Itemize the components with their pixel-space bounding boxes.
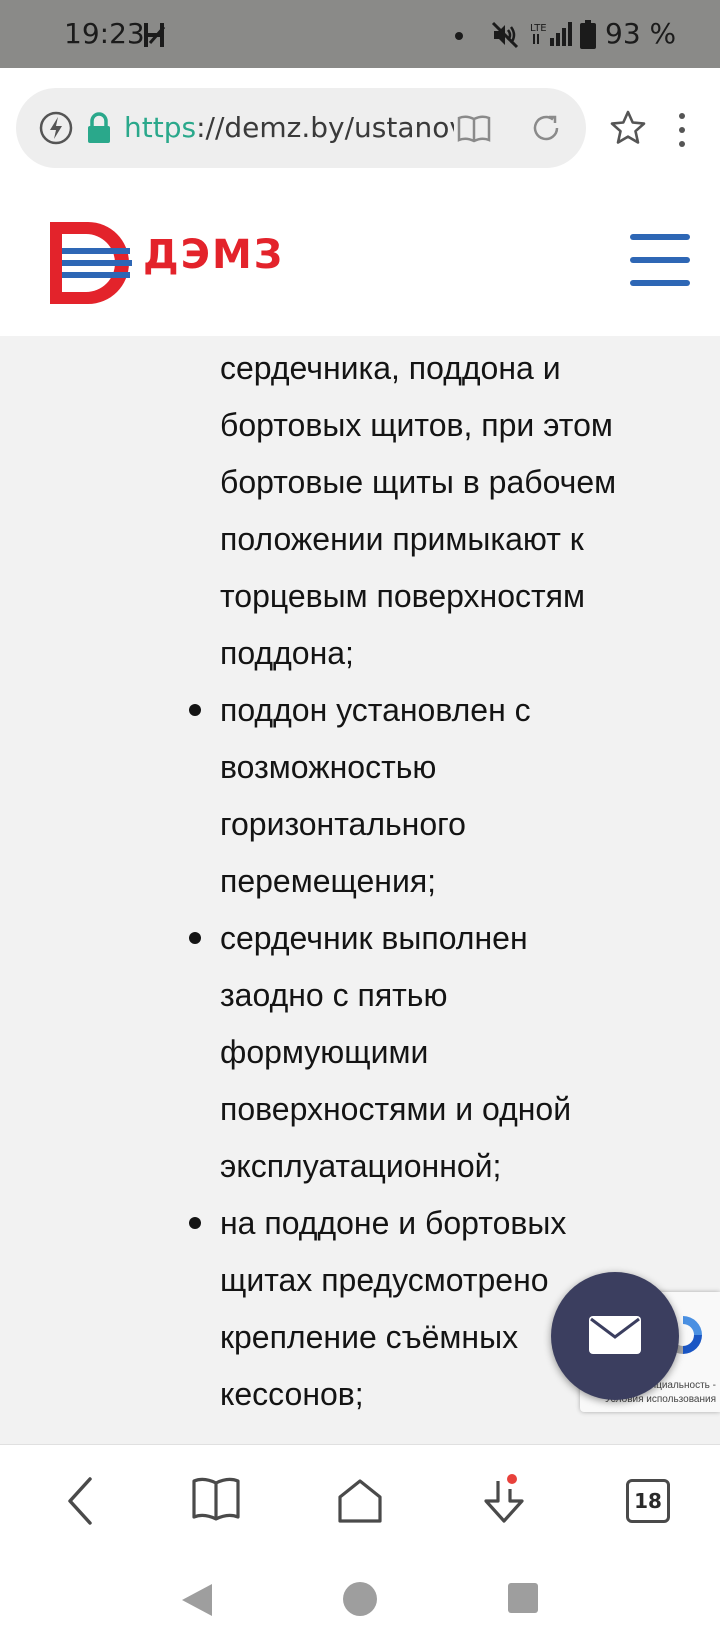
paragraph-line: поддона; xyxy=(220,635,354,671)
list-item-line: поверхностями и одной xyxy=(220,1091,572,1127)
site-header: ДЭМЗ xyxy=(0,188,720,336)
list-item-line: сердечник выполнен xyxy=(220,920,528,956)
h-notification-icon xyxy=(144,23,166,47)
lock-icon[interactable] xyxy=(86,112,112,144)
bullet-icon xyxy=(189,1217,201,1229)
list-item-line: горизонтального xyxy=(220,806,466,842)
battery-icon xyxy=(580,20,596,49)
address-bar[interactable]: https://demz.by/ustanovl xyxy=(16,88,586,168)
downloads-icon[interactable] xyxy=(474,1473,534,1529)
paragraph-line: бортовых щитов, при этом xyxy=(220,407,613,443)
system-recents-icon[interactable] xyxy=(508,1583,538,1613)
reload-icon[interactable] xyxy=(528,110,564,146)
bookmarks-icon[interactable] xyxy=(186,1473,246,1529)
star-icon[interactable] xyxy=(608,108,648,148)
list-item-line: формующими xyxy=(220,1034,429,1070)
bullet-icon xyxy=(189,932,201,944)
dot-icon xyxy=(455,32,463,40)
paragraph-line: положении примыкают к xyxy=(220,521,584,557)
list-item-line: возможностью xyxy=(220,749,437,785)
list-item-line: перемещения; xyxy=(220,863,437,899)
list-item-line: щитах предусмотрено xyxy=(220,1262,549,1298)
list-item-line: поддон установлен с xyxy=(220,692,531,728)
flash-icon[interactable] xyxy=(38,110,74,146)
battery-percent: 93 % xyxy=(605,17,677,50)
system-home-icon[interactable] xyxy=(343,1582,377,1616)
status-time: 19:23 xyxy=(64,17,145,50)
list-item-line: заодно с пятью xyxy=(220,977,448,1013)
list-item-line: на поддоне и бортовых xyxy=(220,1205,567,1241)
tabs-count: 18 xyxy=(626,1479,670,1523)
paragraph-line: торцевым поверхностям xyxy=(220,578,585,614)
list-item-line: кессонов; xyxy=(220,1376,364,1412)
browser-toolbar: https://demz.by/ustanovl xyxy=(0,68,720,188)
mail-icon xyxy=(589,1316,641,1354)
system-back-icon[interactable] xyxy=(180,1582,214,1618)
url-text[interactable]: https://demz.by/ustanovl xyxy=(124,108,454,148)
list-item-line: эксплуатационной; xyxy=(220,1148,502,1184)
back-icon[interactable] xyxy=(52,1473,112,1529)
reader-icon[interactable] xyxy=(456,110,492,146)
bullet-icon xyxy=(189,704,201,716)
lte-signal-icon: LTE xyxy=(530,22,572,46)
url-scheme: https xyxy=(124,111,197,144)
paragraph-line: бортовые щиты в рабочем xyxy=(220,464,617,500)
mail-button[interactable] xyxy=(551,1272,679,1400)
hamburger-menu-icon[interactable] xyxy=(630,234,690,286)
paragraph-line: сердечника, поддона и xyxy=(220,350,561,386)
logo-mark[interactable] xyxy=(50,222,132,304)
url-rest: ://demz.by/ustanovl xyxy=(196,111,454,144)
logo-text[interactable]: ДЭМЗ xyxy=(143,232,284,278)
mute-icon xyxy=(491,21,519,49)
browser-bottom-nav: 18 xyxy=(0,1444,720,1557)
menu-dots-icon[interactable] xyxy=(672,110,692,150)
home-icon[interactable] xyxy=(330,1473,390,1529)
status-bar: 19:23 LTE 93 % xyxy=(0,0,720,68)
tabs-button[interactable]: 18 xyxy=(626,1479,686,1535)
system-nav-bar xyxy=(0,1556,720,1650)
svg-text:LTE: LTE xyxy=(530,23,547,34)
list-item-line: крепление съёмных xyxy=(220,1319,519,1355)
